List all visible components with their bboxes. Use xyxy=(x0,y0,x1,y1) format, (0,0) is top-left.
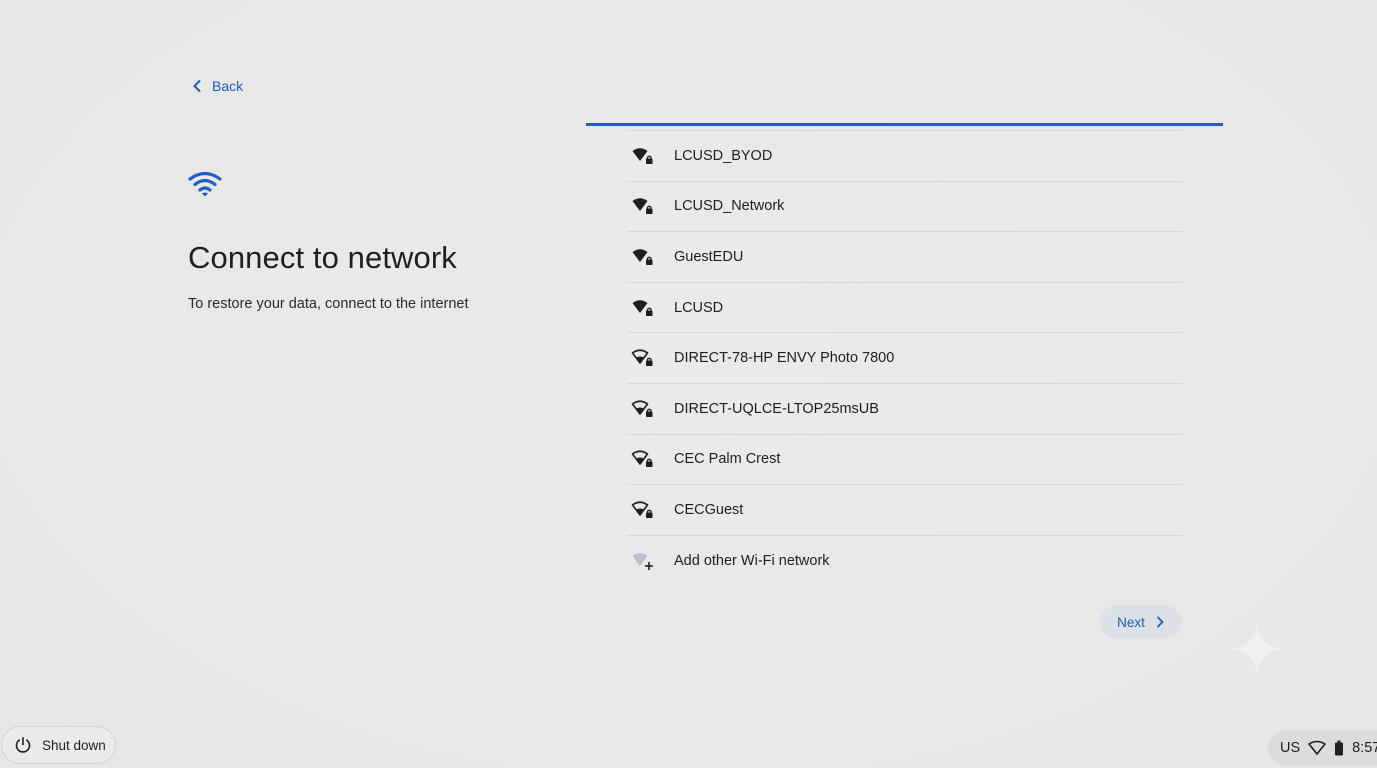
next-label: Next xyxy=(1117,614,1145,630)
network-name: GuestEDU xyxy=(674,248,744,265)
progress-bar xyxy=(586,123,1223,126)
wifi-locked-full-icon xyxy=(627,298,674,318)
oobe-screen: Back Connect to network To restore your … xyxy=(0,0,1377,768)
back-label: Back xyxy=(212,78,244,94)
shut-down-button[interactable]: Shut down xyxy=(1,726,116,764)
clock: 8:57 xyxy=(1352,740,1377,756)
network-name: CECGuest xyxy=(674,501,744,518)
network-list: LCUSD_BYOD LCUSD_Network GuestEDU LCUSD DIRE… xyxy=(627,130,1182,586)
wifi-add-icon xyxy=(627,551,674,571)
wifi-status-icon xyxy=(1308,740,1326,755)
status-tray[interactable]: US 8:57 xyxy=(1268,731,1377,765)
chevron-right-icon xyxy=(1156,616,1164,628)
network-item[interactable]: LCUSD_BYOD xyxy=(627,131,1182,182)
battery-icon xyxy=(1335,740,1344,756)
power-icon xyxy=(15,736,31,753)
wifi-locked-partial-icon xyxy=(627,348,674,368)
network-name: DIRECT-78-HP ENVY Photo 7800 xyxy=(674,350,895,367)
wifi-locked-partial-icon xyxy=(627,399,674,419)
network-item[interactable]: GuestEDU xyxy=(627,232,1182,283)
wifi-locked-full-icon xyxy=(627,247,674,267)
network-item[interactable]: DIRECT-78-HP ENVY Photo 7800 xyxy=(627,333,1182,384)
wifi-locked-full-icon xyxy=(627,196,674,216)
sparkle-decoration xyxy=(1232,624,1282,679)
network-item[interactable]: LCUSD_Network xyxy=(627,182,1182,233)
shut-down-label: Shut down xyxy=(42,737,106,753)
network-name: LCUSD_BYOD xyxy=(674,147,773,164)
network-name: CEC Palm Crest xyxy=(674,451,781,468)
network-name: LCUSD_Network xyxy=(674,198,785,215)
network-item[interactable]: DIRECT-UQLCE-LTOP25msUB xyxy=(627,384,1182,435)
network-name: LCUSD xyxy=(674,299,724,316)
wifi-icon xyxy=(188,170,222,203)
page-subtitle: To restore your data, connect to the int… xyxy=(188,296,469,312)
back-button[interactable]: Back xyxy=(186,74,247,98)
next-button[interactable]: Next xyxy=(1100,605,1182,639)
network-item[interactable]: CEC Palm Crest xyxy=(627,435,1182,486)
add-wifi-network-item[interactable]: Add other Wi-Fi network xyxy=(627,536,1182,587)
progress-fill xyxy=(586,123,1223,126)
keyboard-layout: US xyxy=(1280,740,1301,756)
network-item[interactable]: LCUSD xyxy=(627,283,1182,334)
network-item[interactable]: CECGuest xyxy=(627,485,1182,536)
wifi-locked-full-icon xyxy=(627,146,674,166)
wifi-locked-partial-icon xyxy=(627,500,674,520)
network-name: Add other Wi-Fi network xyxy=(674,553,830,570)
page-title: Connect to network xyxy=(188,240,457,275)
wifi-locked-partial-icon xyxy=(627,449,674,469)
chevron-left-icon xyxy=(193,80,201,92)
network-name: DIRECT-UQLCE-LTOP25msUB xyxy=(674,400,879,417)
